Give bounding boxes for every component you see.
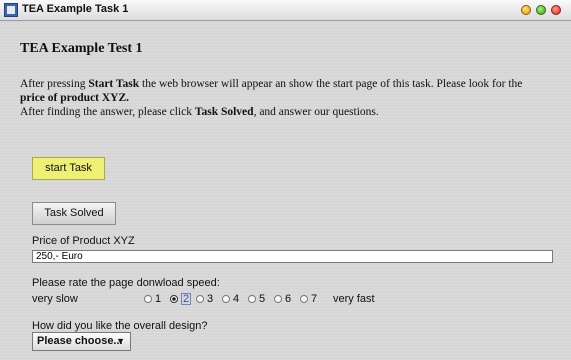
intro-emphasis: price of product XYZ. [20, 92, 130, 104]
intro-text: After pressing [20, 78, 89, 90]
page-title: TEA Example Test 1 [20, 41, 143, 56]
radio-dot-icon [248, 294, 256, 303]
intro-text: , and answer our questions. [253, 106, 379, 118]
intro-text: After finding the answer, please click [20, 106, 195, 118]
minimize-button[interactable] [521, 5, 531, 15]
window-titlebar: TEA Example Task 1 [0, 0, 571, 21]
speed-radio-1[interactable]: 1 [144, 292, 161, 305]
intro-emphasis: Start Task [88, 78, 140, 90]
radio-label: 5 [259, 292, 266, 305]
price-label: Price of Product XYZ [32, 235, 135, 247]
radio-dot-icon [274, 294, 282, 303]
radio-dot-icon [222, 294, 230, 303]
radio-label: 4 [233, 292, 240, 305]
speed-radio-4[interactable]: 4 [222, 292, 239, 305]
window-content [0, 21, 571, 360]
radio-label: 6 [285, 292, 292, 305]
speed-radio-7[interactable]: 7 [300, 292, 317, 305]
app-icon [4, 3, 18, 17]
radio-dot-icon [144, 294, 152, 303]
speed-radio-5[interactable]: 5 [248, 292, 265, 305]
radio-dot-icon [300, 294, 308, 303]
intro-emphasis: Task Solved [194, 106, 254, 118]
instructions-line-2: After finding the answer, please click T… [20, 105, 550, 119]
task-solved-button[interactable]: Task Solved [32, 202, 116, 225]
radio-label: 3 [207, 292, 214, 305]
speed-high-label: very fast [333, 293, 375, 305]
speed-radio-6[interactable]: 6 [274, 292, 291, 305]
start-task-button[interactable]: start Task [32, 157, 105, 180]
speed-label: Please rate the page donwload speed: [32, 277, 220, 289]
radio-label: 2 [181, 292, 192, 305]
price-input[interactable] [32, 250, 553, 263]
design-select[interactable]: Please choose... ▼ [32, 332, 131, 351]
window-title: TEA Example Task 1 [22, 3, 129, 15]
radio-dot-icon [196, 294, 204, 303]
design-label: How did you like the overall design? [32, 320, 208, 332]
instructions-line-1: After pressing Start Task the web browse… [20, 77, 550, 105]
radio-dot-icon [170, 294, 178, 303]
maximize-button[interactable] [536, 5, 546, 15]
instructions-text: After pressing Start Task the web browse… [20, 77, 550, 119]
design-select-value: Please choose... [37, 335, 123, 347]
radio-label: 7 [311, 292, 318, 305]
speed-radio-2[interactable]: 2 [170, 292, 192, 305]
chevron-down-icon: ▼ [116, 336, 125, 346]
intro-text: the web browser will appear an show the … [139, 78, 523, 90]
radio-label: 1 [155, 292, 162, 305]
speed-radio-3[interactable]: 3 [196, 292, 213, 305]
close-button[interactable] [551, 5, 561, 15]
speed-low-label: very slow [32, 293, 78, 305]
